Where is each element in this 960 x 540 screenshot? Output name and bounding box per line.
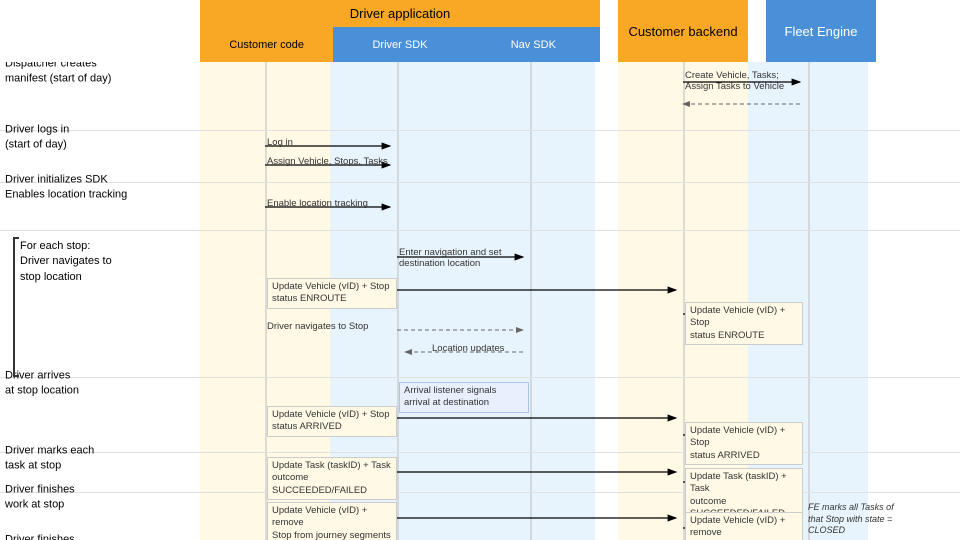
box-update-arrived-sdk: Update Vehicle (vID) + Stopstatus ARRIVE… — [267, 406, 397, 437]
sep3 — [0, 230, 960, 231]
msg-assign: Assign Vehicle, Stops, Tasks — [267, 156, 388, 167]
label-driver-arrives: Driver arrivesat stop location — [5, 369, 190, 400]
box-update-task-sdk: Update Task (taskID) + Taskoutcome SUCCE… — [267, 457, 397, 500]
label-driver-finishes-day: Driver finishesall work for the day — [5, 533, 190, 540]
box-update-enroute-be: Update Vehicle (vID) + Stopstatus ENROUT… — [685, 302, 803, 345]
mid-spacer1 — [600, 0, 618, 62]
fleet-engine-header: Fleet Engine — [766, 0, 876, 62]
msg-enable-tracking: Enable location tracking — [267, 198, 368, 209]
header-spacer — [0, 0, 200, 62]
box-update-enroute-sdk: Update Vehicle (vID) + Stopstatus ENROUT… — [267, 278, 397, 309]
driver-app-header: Driver application — [200, 0, 600, 27]
nav-sdk-header: Nav SDK — [467, 27, 600, 62]
box-remove-stop-be: Update Vehicle (vID) + removeStop from j… — [685, 512, 803, 540]
label-driver-finishes-stop: Driver finisheswork at stop — [5, 483, 190, 514]
label-for-each: For each stop:Driver navigates tostop lo… — [20, 239, 190, 285]
fleet-engine-label: Fleet Engine — [785, 24, 858, 39]
header-row: Driver application Customer code Driver … — [0, 0, 960, 62]
mid-spacer2 — [748, 0, 766, 62]
vline-driver-sdk — [397, 62, 399, 540]
msg-enter-nav: Enter navigation and setdestination loca… — [399, 247, 529, 269]
customer-backend-label: Customer backend — [628, 24, 737, 39]
driver-app-group: Driver application Customer code Driver … — [200, 0, 600, 62]
box-arrival-listener: Arrival listener signalsarrival at desti… — [399, 382, 529, 413]
label-driver-init: Driver initializes SDKEnables location t… — [5, 173, 190, 204]
fe-marks-note: FE marks all Tasks of that Stop with sta… — [808, 502, 898, 537]
for-each-bracket — [13, 237, 19, 377]
content-area: Dispatcher createsmanifest (start of day… — [0, 62, 960, 540]
customer-code-header: Customer code — [200, 27, 333, 62]
customer-backend-header: Customer backend — [618, 0, 748, 62]
diagram-container: Driver application Customer code Driver … — [0, 0, 960, 540]
box-remove-stop-sdk: Update Vehicle (vID) + removeStop from j… — [267, 502, 397, 540]
driver-sdk-header: Driver SDK — [333, 27, 466, 62]
msg-driver-navigates: Driver navigates to Stop — [267, 321, 368, 332]
driver-app-sub-headers: Customer code Driver SDK Nav SDK — [200, 27, 600, 62]
msg-create-vehicle: Create Vehicle, Tasks;Assign Tasks to Ve… — [685, 70, 805, 92]
vline-fleet-engine — [808, 62, 810, 540]
label-dispatcher: Dispatcher createsmanifest (start of day… — [5, 62, 190, 87]
vline-nav-sdk — [530, 62, 532, 540]
label-driver-marks: Driver marks eachtask at stop — [5, 444, 190, 475]
msg-login: Log in — [267, 137, 293, 148]
label-driver-logs-in: Driver logs in(start of day) — [5, 123, 190, 154]
msg-location-updates: Location updates — [432, 343, 504, 354]
right-spacer — [876, 0, 886, 62]
box-update-arrived-be: Update Vehicle (vID) + Stopstatus ARRIVE… — [685, 422, 803, 465]
